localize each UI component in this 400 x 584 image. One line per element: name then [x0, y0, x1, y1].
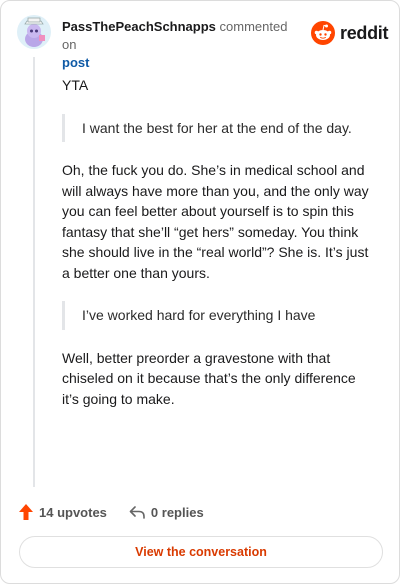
avatar-snoo-icon	[17, 15, 51, 49]
post-link[interactable]: post	[62, 54, 302, 72]
reddit-logo[interactable]: reddit	[311, 21, 389, 45]
comment-body: YTA I want the best for her at the end of…	[62, 75, 374, 409]
comment-header: PassThePeachSchnapps commented on post	[62, 18, 302, 72]
replies[interactable]: 0 replies	[129, 505, 204, 520]
view-conversation-button[interactable]: View the conversation	[19, 536, 383, 568]
comment-quote: I want the best for her at the end of th…	[62, 113, 374, 142]
comment-footer: 14 upvotes 0 replies	[19, 501, 383, 523]
user-avatar[interactable]	[17, 15, 51, 49]
replies-label: 0 replies	[150, 504, 204, 520]
comment-quote: I’ve worked hard for everything I have	[62, 301, 374, 330]
upvote-arrow-icon	[19, 504, 33, 520]
reddit-logo-icon	[311, 21, 335, 45]
comment-paragraph: YTA	[62, 77, 89, 93]
comment-paragraph: Oh, the fuck you do. She’s in medical sc…	[62, 162, 369, 281]
upvotes-label: 14 upvotes	[39, 504, 107, 520]
reply-icon	[129, 506, 145, 519]
comment-paragraph: Well, better preorder a gravestone with …	[62, 349, 356, 407]
thread-line	[33, 57, 35, 487]
comment-card: PassThePeachSchnapps commented on post r…	[0, 0, 400, 584]
username[interactable]: PassThePeachSchnapps	[62, 19, 216, 34]
upvotes[interactable]: 14 upvotes	[19, 504, 107, 520]
logo-text: reddit	[340, 22, 389, 43]
